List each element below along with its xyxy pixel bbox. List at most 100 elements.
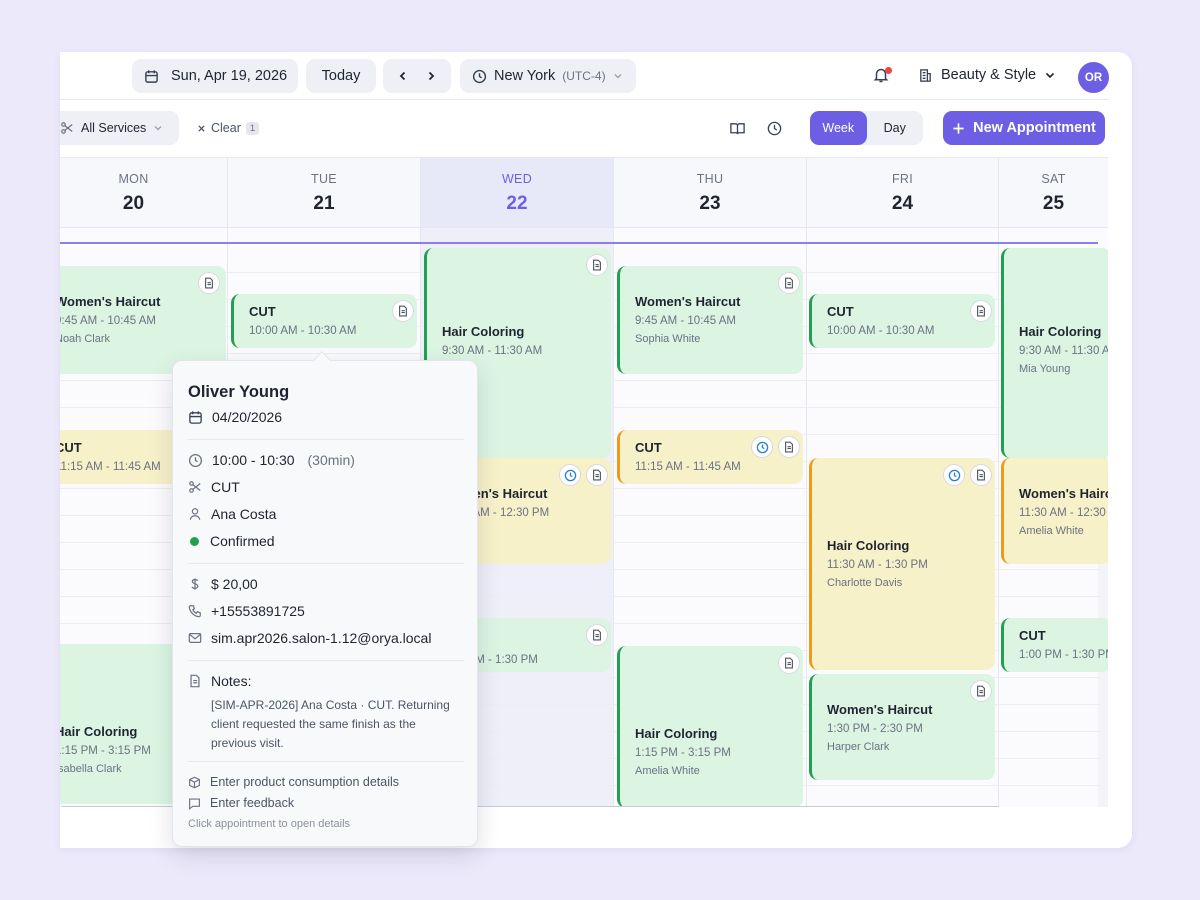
appointment-time: 9:30 AM - 11:30 AM	[1019, 345, 1108, 357]
appointment-title: CUT	[1019, 628, 1046, 643]
appointment-block[interactable]: CUT11:15 AM - 11:45 AM	[617, 430, 803, 484]
clear-label: Clear	[211, 121, 241, 135]
day-header-mon[interactable]: MON 20	[60, 158, 228, 228]
document-icon[interactable]	[778, 436, 800, 458]
appointment-block[interactable]: Women's Haircut 1:30 PM - 2:30 PM Harper C…	[809, 674, 995, 780]
appointment-title: Hair Coloring	[635, 726, 718, 741]
chat-icon	[188, 797, 201, 810]
appointment-time: 11:30 AM - 12:30 PM	[1019, 507, 1108, 519]
date-picker[interactable]: Sun, Apr 19, 2026	[132, 59, 298, 93]
appointment-time-row: 10:00 - 10:30 (30min)	[188, 452, 355, 468]
document-icon[interactable]	[778, 652, 800, 674]
phone-row[interactable]: +15553891725	[188, 603, 305, 619]
price: $ 20,00	[211, 576, 258, 592]
clock-icon[interactable]	[943, 464, 965, 486]
appointment-block[interactable]: Women's Haircut 11:30 AM - 12:30 PM Amelia…	[1001, 458, 1108, 564]
date-nav	[383, 59, 451, 93]
status-row: Confirmed	[188, 533, 275, 549]
new-appointment-button[interactable]: New Appointment	[943, 111, 1105, 145]
clock-icon[interactable]	[559, 464, 581, 486]
popover-hint: Click appointment to open details	[188, 818, 351, 830]
appointment-client: Harper Clark	[827, 741, 890, 753]
document-icon[interactable]	[970, 680, 992, 702]
chevron-left-icon[interactable]	[397, 70, 409, 82]
staff-name: Ana Costa	[211, 506, 277, 522]
close-icon	[197, 124, 206, 133]
filter-bar: All Services Clear 1 Week Day New Appoin…	[60, 100, 1132, 157]
timezone-select[interactable]: New York (UTC-4)	[460, 59, 636, 93]
popover-divider	[188, 439, 464, 440]
day-header-sat[interactable]: SAT 25	[999, 158, 1108, 228]
service-name: CUT	[211, 479, 240, 495]
appointment-block[interactable]: CUT 10:00 AM - 10:30 AM	[809, 294, 995, 348]
phone-number: +15553891725	[211, 603, 305, 619]
clock-icon[interactable]	[751, 436, 773, 458]
day-view-button[interactable]: Day	[867, 111, 924, 145]
document-icon[interactable]	[586, 624, 608, 646]
business-name: Beauty & Style	[941, 67, 1037, 83]
appointment-client: Charlotte Davis	[827, 577, 903, 589]
timezone-name: New York	[494, 68, 556, 84]
history-clock-icon[interactable]	[766, 120, 783, 137]
document-icon[interactable]	[778, 272, 800, 294]
timezone-offset: (UTC-4)	[562, 69, 606, 83]
document-icon[interactable]	[586, 464, 608, 486]
appointment-block[interactable]: Hair Coloring 9:30 AM - 11:30 AM Mia Young	[1001, 248, 1108, 458]
appointment-time: 9:30 AM - 11:30 AM	[442, 345, 543, 357]
appointment-time: 11:15 AM - 11:45 AM	[635, 461, 741, 473]
business-select[interactable]: Beauty & Style	[918, 67, 1056, 83]
appointment-time: 10:00 - 10:30	[212, 452, 295, 468]
scissors-icon	[60, 121, 74, 135]
new-appointment-label: New Appointment	[973, 120, 1096, 136]
appointment-popover: Oliver Young 04/20/2026 10:00 - 10:30 (3…	[172, 351, 478, 847]
current-date: Sun, Apr 19, 2026	[171, 68, 288, 84]
day-number: 25	[1042, 193, 1065, 214]
appointment-client: Noah Clark	[60, 333, 111, 345]
day-name: THU	[696, 172, 724, 186]
document-icon[interactable]	[198, 272, 220, 294]
notes-label: Notes:	[211, 673, 252, 689]
day-name: MON	[118, 172, 149, 186]
dollar-icon	[188, 577, 202, 591]
calendar-icon	[188, 410, 203, 425]
document-icon[interactable]	[586, 254, 608, 276]
book-icon[interactable]	[729, 120, 746, 137]
day-header-tue[interactable]: TUE 21	[228, 158, 421, 228]
feedback-link[interactable]: Enter feedback	[188, 796, 294, 810]
appointment-block[interactable]: Hair Coloring 1:15 PM - 3:15 PM Amelia Whi…	[617, 646, 803, 807]
email-row[interactable]: sim.apr2026.salon-1.12@orya.local	[188, 630, 431, 646]
services-filter[interactable]: All Services	[60, 111, 179, 145]
appointment-block[interactable]: CUT 10:00 AM - 10:30 AM	[231, 294, 417, 348]
day-header-fri[interactable]: FRI 24	[807, 158, 999, 228]
avatar[interactable]: OR	[1078, 62, 1109, 93]
week-view-button[interactable]: Week	[810, 111, 867, 145]
chevron-down-icon	[153, 123, 163, 133]
day-header-wed[interactable]: WED 22	[421, 158, 614, 228]
chevron-down-icon	[1044, 69, 1056, 81]
document-icon[interactable]	[970, 300, 992, 322]
chevron-down-icon	[613, 71, 623, 81]
appointment-duration: (30min)	[307, 452, 355, 468]
product-consumption-link[interactable]: Enter product consumption details	[188, 775, 399, 789]
appointment-block[interactable]: CUT 1:00 PM - 1:30 PM	[1001, 618, 1108, 672]
status-badge: Confirmed	[210, 533, 275, 549]
phone-icon	[188, 604, 202, 618]
calendar-icon	[144, 69, 159, 84]
appointment-time: 10:00 AM - 10:30 AM	[827, 325, 935, 337]
popover-divider	[188, 660, 464, 661]
building-icon	[918, 68, 933, 83]
document-icon[interactable]	[392, 300, 414, 322]
chevron-right-icon[interactable]	[425, 70, 437, 82]
day-header-thu[interactable]: THU 23	[614, 158, 807, 228]
clear-count-badge: 1	[245, 121, 260, 135]
today-button[interactable]: Today	[306, 59, 376, 93]
appointment-block[interactable]: Women's Haircut 9:45 AM - 10:45 AM Noah Cl…	[60, 266, 226, 374]
document-icon[interactable]	[970, 464, 992, 486]
appointment-block[interactable]: Women's Haircut 9:45 AM - 10:45 AM Sophia …	[617, 266, 803, 374]
appointment-block[interactable]: Hair Coloring 11:30 AM - 1:30 PM Charlotte…	[809, 458, 995, 670]
appointment-title: Hair Coloring	[1019, 324, 1102, 339]
clear-filters-button[interactable]: Clear 1	[197, 121, 260, 135]
plus-icon	[952, 122, 965, 135]
document-icon	[188, 674, 202, 688]
package-icon	[188, 776, 201, 789]
